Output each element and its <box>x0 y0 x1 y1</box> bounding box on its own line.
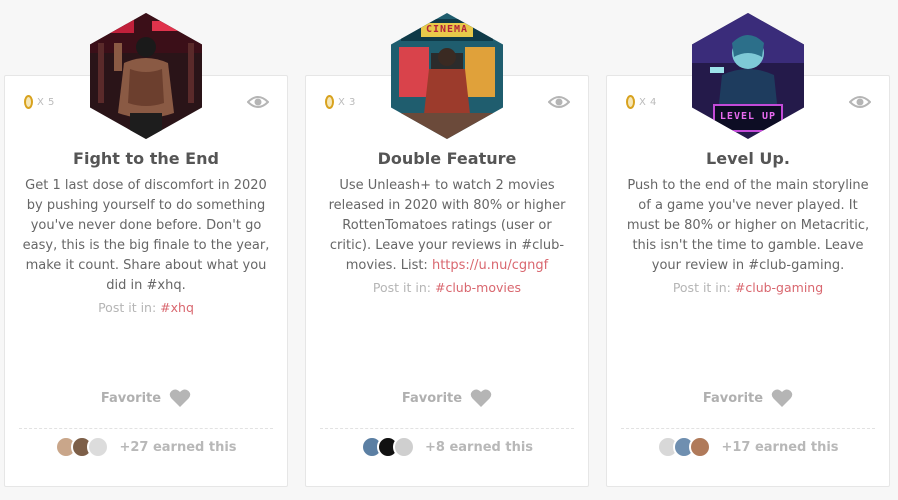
card-description: Push to the end of the main storyline of… <box>626 178 870 273</box>
divider <box>621 428 875 429</box>
eye-icon[interactable] <box>548 94 570 110</box>
favorite-label: Favorite <box>702 390 764 406</box>
earned-row[interactable]: +8 earned this <box>306 436 588 458</box>
favorite-label: Favorite <box>401 390 463 406</box>
channel-link[interactable]: #xhq <box>160 300 194 315</box>
challenge-card-double-feature[interactable]: CINEMA X 3 Double Feature Use Unleash+ t… <box>305 13 589 487</box>
coin-icon <box>626 95 635 109</box>
post-prefix: Post it in: <box>98 300 161 315</box>
points-indicator: X 3 <box>325 95 356 109</box>
list-link[interactable]: https://u.nu/cgngf <box>432 258 548 273</box>
post-it-in: Post it in: #club-gaming <box>621 278 875 298</box>
earned-count: +27 earned this <box>119 439 237 455</box>
heart-icon <box>771 389 793 407</box>
coin-icon <box>24 95 33 109</box>
heart-icon <box>169 389 191 407</box>
points-multiplier: X 3 <box>338 96 356 108</box>
badge-label: LEVEL UP <box>719 111 777 122</box>
earned-count: +8 earned this <box>424 439 534 455</box>
eye-icon[interactable] <box>849 94 871 110</box>
avatar-group <box>55 436 110 458</box>
divider <box>19 428 273 429</box>
earned-row[interactable]: +17 earned this <box>607 436 889 458</box>
card-title: Fight to the End <box>73 149 219 168</box>
channel-link[interactable]: #club-movies <box>435 280 521 295</box>
earned-count: +17 earned this <box>721 439 839 455</box>
post-it-in: Post it in: #club-movies <box>320 278 574 298</box>
favorite-button[interactable]: Favorite <box>306 388 588 408</box>
favorite-label: Favorite <box>100 390 162 406</box>
favorite-button[interactable]: Favorite <box>5 388 287 408</box>
earned-row[interactable]: +27 earned this <box>5 436 287 458</box>
post-prefix: Post it in: <box>672 280 735 295</box>
card-title: Double Feature <box>377 149 517 168</box>
points-indicator: X 4 <box>626 95 657 109</box>
avatar-group <box>360 436 415 458</box>
card-description-block: Use Unleash+ to watch 2 movies released … <box>320 176 574 298</box>
channel-link[interactable]: #club-gaming <box>735 280 823 295</box>
eye-icon[interactable] <box>247 94 269 110</box>
card-description-block: Push to the end of the main storyline of… <box>621 176 875 298</box>
avatar-group <box>657 436 712 458</box>
badge-image-level-up: LEVEL UP <box>692 13 804 139</box>
challenge-card-fight-to-the-end[interactable]: X 5 Fight to the End Get 1 last dose of … <box>4 13 288 487</box>
card-title: Level Up. <box>706 149 790 168</box>
avatar <box>689 436 712 458</box>
card-description: Get 1 last dose of discomfort in 2020 by… <box>22 178 270 293</box>
coin-icon <box>325 95 334 109</box>
post-it-in: Post it in: #xhq <box>19 298 273 318</box>
points-indicator: X 5 <box>24 95 55 109</box>
badge-label: CINEMA <box>425 24 469 35</box>
heart-icon <box>470 389 492 407</box>
card-description-block: Get 1 last dose of discomfort in 2020 by… <box>19 176 273 318</box>
points-multiplier: X 5 <box>37 96 55 108</box>
favorite-button[interactable]: Favorite <box>607 388 889 408</box>
challenge-card-level-up[interactable]: LEVEL UP X 4 Level Up. Push to the end o… <box>606 13 890 487</box>
post-prefix: Post it in: <box>372 280 435 295</box>
badge-image-cinema: CINEMA <box>391 13 503 139</box>
points-multiplier: X 4 <box>639 96 657 108</box>
avatar <box>87 436 110 458</box>
divider <box>320 428 574 429</box>
avatar <box>392 436 415 458</box>
badge-image-fight <box>90 13 202 139</box>
